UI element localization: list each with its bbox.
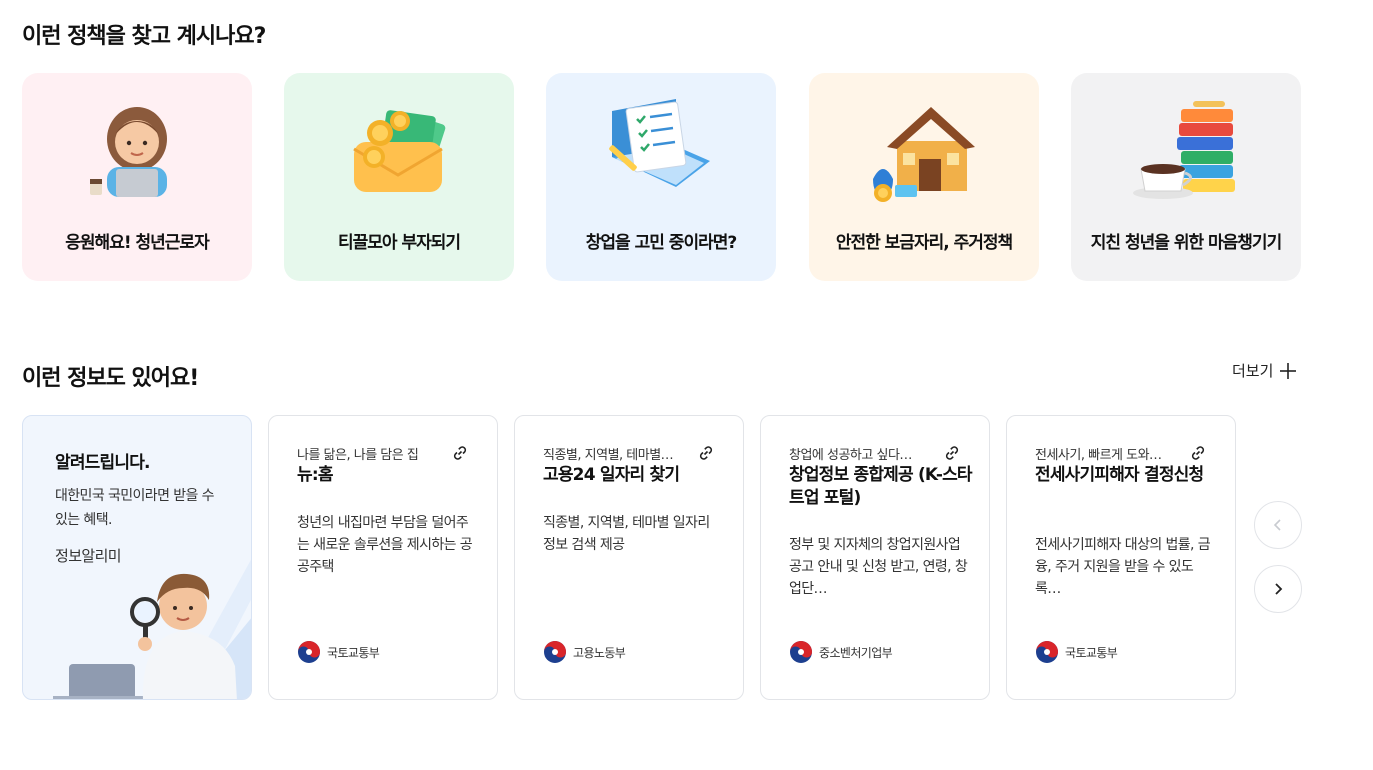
- card-org: 중소벤처기업부: [789, 640, 893, 664]
- link-icon[interactable]: [697, 444, 715, 462]
- money-envelope-illustration: [353, 110, 446, 192]
- card-description: 전세사기피해자 대상의 법률, 금융, 주거 지원을 받을 수 있도록…: [1035, 537, 1211, 597]
- books-coffee-illustration: [1133, 101, 1235, 199]
- card-description: 정부 및 지자체의 창업지원사업 공고 안내 및 신청 받고, 연령, 창업단…: [789, 537, 968, 597]
- topic-label: 안전한 보금자리, 주거정책: [835, 233, 1013, 253]
- card-title: 전세사기피해자 결정신청: [1035, 465, 1204, 485]
- topic-card-savings[interactable]: 티끌모아 부자되기: [284, 73, 514, 281]
- house-illustration: [873, 107, 975, 202]
- info-card-work24[interactable]: 직종별, 지역별, 테마별… 고용24 일자리 찾기 직종별, 지역별, 테마별…: [514, 415, 744, 700]
- info-card-newhome[interactable]: 나를 닮은, 나를 담은 집 뉴:홈 청년의 내집마련 부담을 덜어주는 새로운…: [268, 415, 498, 700]
- notice-card: 알려드립니다. 대한민국 국민이라면 받을 수 있는 혜택. 정보알리미: [22, 415, 252, 700]
- carousel-next-button[interactable]: [1254, 565, 1302, 613]
- topic-card-mindcare[interactable]: 지친 청년을 위한 마음챙기기: [1071, 73, 1301, 281]
- more-button[interactable]: 더보기: [1232, 360, 1297, 381]
- card-subtitle: 직종별, 지역별, 테마별…: [543, 448, 674, 463]
- laptop-checklist-illustration: [609, 99, 710, 187]
- chevron-left-icon: [1273, 519, 1281, 531]
- info-section-title: 이런 정보도 있어요!: [22, 366, 199, 391]
- card-title: 창업정보 종합제공 (K-스타트업 포털): [789, 465, 973, 508]
- topic-label: 응원해요! 청년근로자: [65, 233, 209, 253]
- card-org-name: 국토교통부: [1065, 645, 1118, 660]
- more-label: 더보기: [1232, 362, 1274, 380]
- notice-title: 알려드립니다.: [55, 453, 151, 473]
- young-worker-illustration: [90, 107, 167, 197]
- card-subtitle: 나를 닮은, 나를 담은 집: [297, 448, 419, 463]
- plus-icon: [1280, 362, 1297, 379]
- topic-card-housing[interactable]: 안전한 보금자리, 주거정책: [809, 73, 1039, 281]
- card-description: 청년의 내집마련 부담을 덜어주는 새로운 솔루션을 제시하는 공공주택: [297, 515, 473, 575]
- info-card-kstartup[interactable]: 창업에 성공하고 싶다… 창업정보 종합제공 (K-스타트업 포털) 정부 및 …: [760, 415, 990, 700]
- policy-section-title: 이런 정책을 찾고 계시나요?: [22, 24, 266, 49]
- card-subtitle: 창업에 성공하고 싶다…: [789, 448, 912, 463]
- card-description: 직종별, 지역별, 테마별 일자리 정보 검색 제공: [543, 515, 710, 553]
- card-org-name: 국토교통부: [327, 645, 380, 660]
- card-org-name: 고용노동부: [573, 645, 626, 660]
- taegeuk-emblem-icon: [790, 641, 812, 663]
- card-title: 뉴:홈: [297, 465, 333, 485]
- topic-label: 티끌모아 부자되기: [337, 233, 461, 253]
- card-org-name: 중소벤처기업부: [819, 645, 893, 660]
- taegeuk-emblem-icon: [1036, 641, 1058, 663]
- taegeuk-emblem-icon: [544, 641, 566, 663]
- topic-label: 지친 청년을 위한 마음챙기기: [1090, 233, 1282, 253]
- topic-card-young-worker[interactable]: 응원해요! 청년근로자: [22, 73, 252, 281]
- link-icon[interactable]: [451, 444, 469, 462]
- magnifier-person-illustration: [53, 559, 251, 699]
- card-org: 고용노동부: [543, 640, 626, 664]
- card-subtitle: 전세사기, 빠르게 도와…: [1035, 448, 1162, 463]
- topic-card-startup[interactable]: 창업을 고민 중이라면?: [546, 73, 776, 281]
- taegeuk-emblem-icon: [298, 641, 320, 663]
- card-org: 국토교통부: [297, 640, 380, 664]
- link-icon[interactable]: [943, 444, 961, 462]
- card-org: 국토교통부: [1035, 640, 1118, 664]
- carousel-prev-button[interactable]: [1254, 501, 1302, 549]
- chevron-right-icon: [1275, 583, 1283, 595]
- card-title: 고용24 일자리 찾기: [543, 465, 680, 485]
- info-card-jeonse[interactable]: 전세사기, 빠르게 도와… 전세사기피해자 결정신청 전세사기피해자 대상의 법…: [1006, 415, 1236, 700]
- link-icon[interactable]: [1189, 444, 1207, 462]
- topic-label: 창업을 고민 중이라면?: [585, 233, 737, 253]
